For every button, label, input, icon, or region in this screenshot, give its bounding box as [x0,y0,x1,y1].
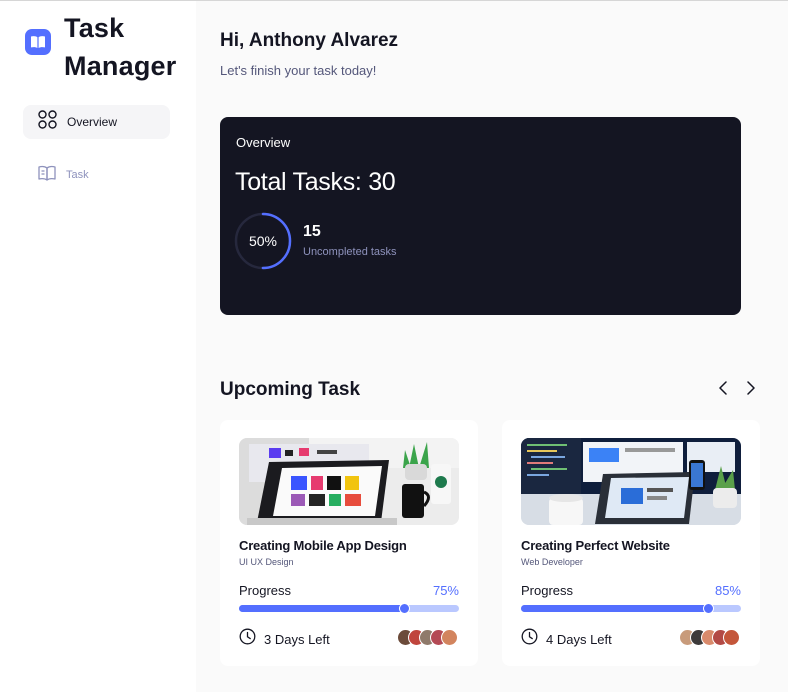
task-role: UI UX Design [239,557,294,567]
progress-label: Progress [239,583,292,598]
completion-percent: 50% [248,233,278,249]
previous-button[interactable] [715,380,731,401]
progress-bar[interactable] [239,603,459,614]
progress-knob[interactable] [703,603,714,614]
sidebar-item-label: Overview [67,115,118,129]
deadline: 3 Days Left [239,628,330,650]
task-role: Web Developer [521,557,583,567]
overview-card: Overview Total Tasks: 30 50% 15 Uncomple… [220,117,741,315]
app-name-line1: Task [64,13,125,43]
app-name: Task Manager [64,9,184,85]
book-icon [38,165,56,186]
clock-icon [521,628,538,650]
total-tasks: Total Tasks: 30 [235,168,396,196]
assignee-avatars[interactable] [397,629,458,646]
app-window: Task Manager Overview Task Hi, Anthony A… [0,0,788,692]
task-title: Creating Perfect Website [521,538,670,553]
progress-fill [521,605,708,612]
sidebar: Task Manager Overview Task [0,1,196,692]
progress-fill [239,605,404,612]
overview-card-title: Overview [236,135,291,150]
avatar [441,629,458,646]
book-logo-icon [25,29,51,55]
sidebar-item-overview[interactable]: Overview [23,105,170,139]
task-title: Creating Mobile App Design [239,538,407,553]
main-content: Hi, Anthony Alvarez Let's finish your ta… [196,1,788,692]
app-name-line2: Manager [64,51,177,81]
sidebar-item-task[interactable]: Task [23,158,170,192]
task-image [239,438,459,525]
grid-icon [38,110,57,134]
sidebar-nav: Overview Task [23,105,170,211]
avatar [723,629,740,646]
greeting-subtitle: Let's finish your task today! [220,63,377,78]
progress-label: Progress [521,583,574,598]
progress-knob[interactable] [399,603,410,614]
task-card[interactable]: Creating Perfect Website Web Developer P… [502,420,760,666]
task-image [521,438,741,525]
chevron-left-icon [718,380,728,401]
uncompleted-count: 15 [303,223,321,240]
next-button[interactable] [743,380,759,401]
clock-icon [239,628,256,650]
app-logo[interactable]: Task Manager [25,9,184,85]
assignee-avatars[interactable] [679,629,740,646]
progress-value: 75% [432,583,459,598]
deadline: 4 Days Left [521,628,612,650]
upcoming-task-title: Upcoming Task [220,379,361,400]
chevron-right-icon [746,380,756,401]
deadline-text: 4 Days Left [546,631,612,647]
task-card[interactable]: Creating Mobile App Design UI UX Design … [220,420,478,666]
greeting-title: Hi, Anthony Alvarez [220,30,399,51]
uncompleted-label: Uncompleted tasks [303,246,397,258]
progress-bar[interactable] [521,603,741,614]
sidebar-item-label: Task [66,169,89,181]
deadline-text: 3 Days Left [264,631,330,647]
progress-value: 85% [714,583,741,598]
